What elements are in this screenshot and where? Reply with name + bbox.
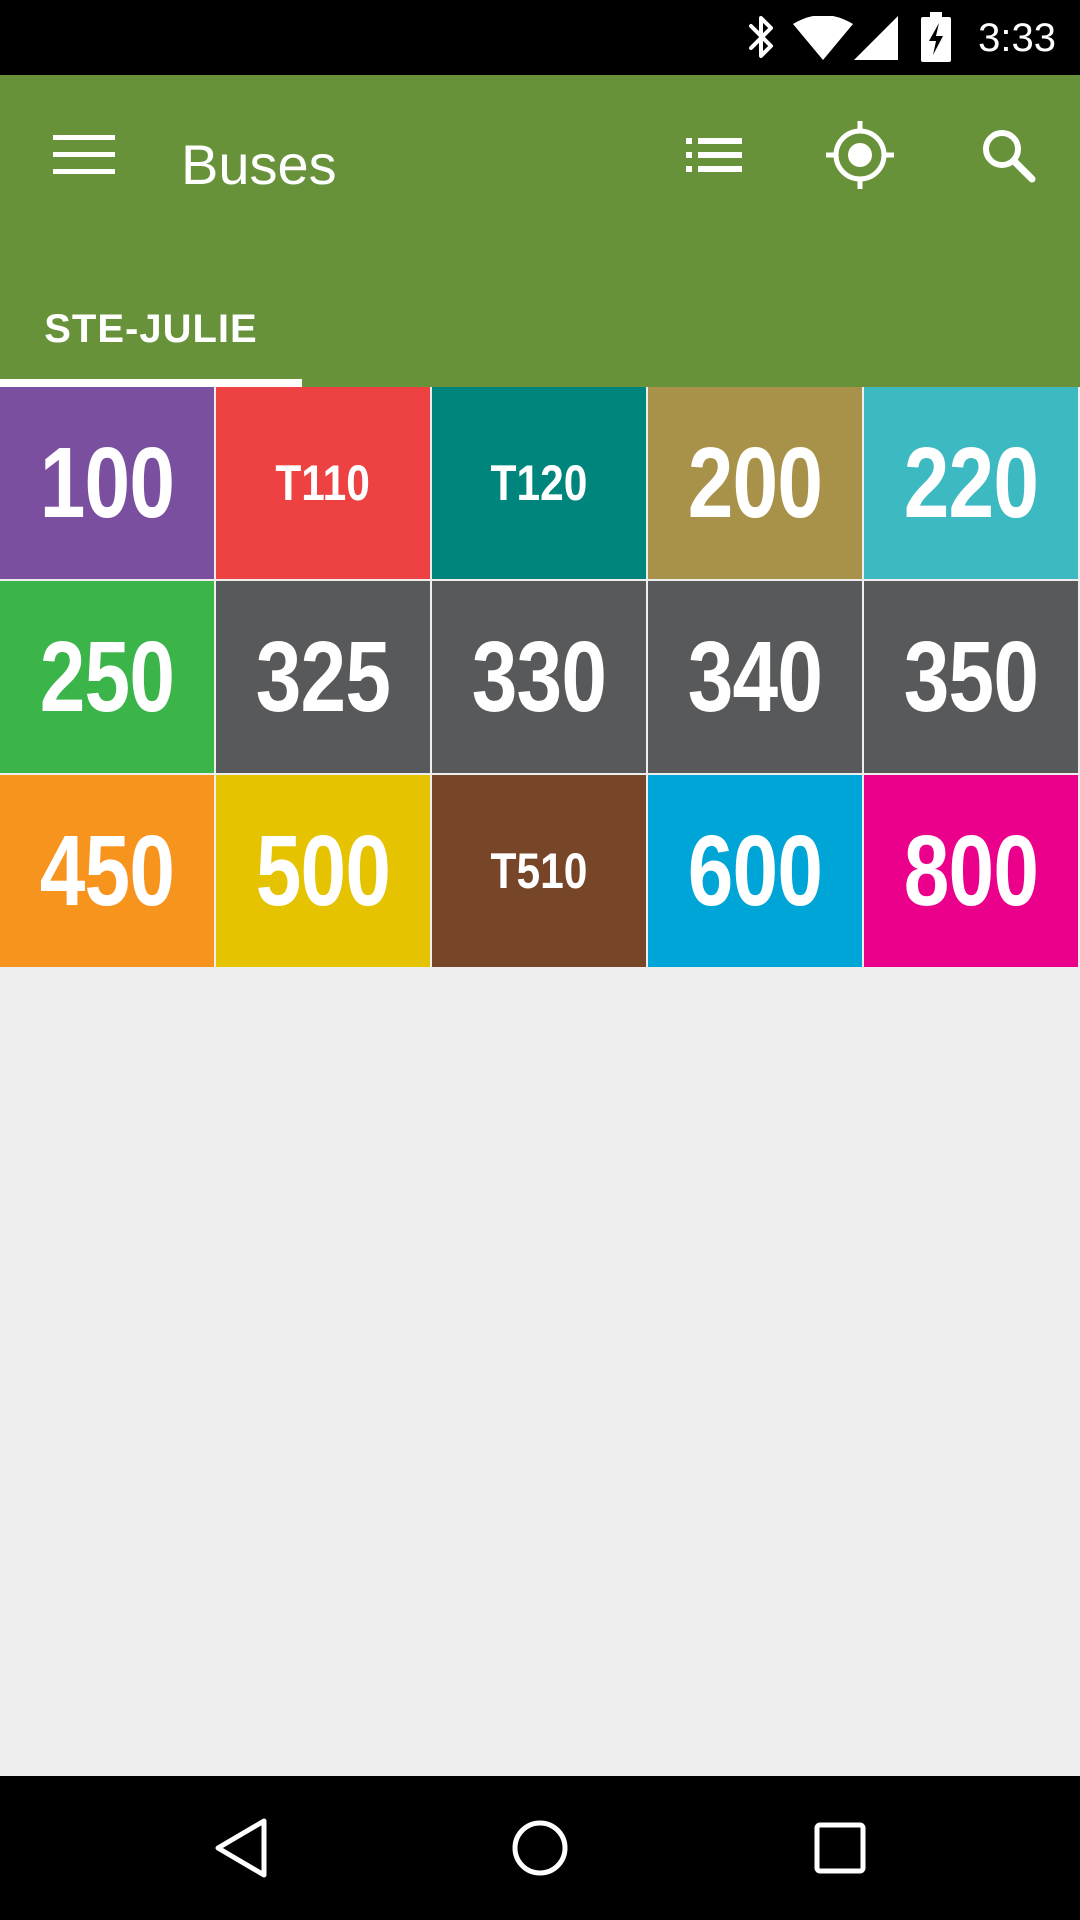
bluetooth-icon <box>744 14 778 65</box>
route-tile[interactable]: 800 <box>864 775 1078 967</box>
route-tile[interactable]: 200 <box>648 387 862 579</box>
route-number: 100 <box>39 426 175 539</box>
route-tile[interactable]: 325 <box>216 581 430 773</box>
route-number: 350 <box>903 620 1039 733</box>
route-tile[interactable]: 100 <box>0 387 214 579</box>
tab-indicator <box>0 379 302 387</box>
nav-bar <box>0 1776 1080 1920</box>
status-bar: 3:33 <box>0 0 1080 75</box>
route-tile[interactable]: 500 <box>216 775 430 967</box>
route-number: 200 <box>687 426 823 539</box>
route-tile[interactable]: 600 <box>648 775 862 967</box>
route-number: 450 <box>39 814 175 927</box>
route-number: 500 <box>255 814 391 927</box>
page-title: Buses <box>181 133 337 196</box>
search-icon[interactable] <box>966 119 1050 191</box>
route-number: T110 <box>275 455 371 511</box>
back-icon[interactable] <box>190 1806 290 1890</box>
route-number: 800 <box>903 814 1039 927</box>
route-tile[interactable]: 450 <box>0 775 214 967</box>
list-icon[interactable] <box>672 119 756 191</box>
location-icon[interactable] <box>818 117 902 193</box>
wifi-icon <box>792 15 854 65</box>
route-tile[interactable]: T510 <box>432 775 646 967</box>
route-tile[interactable]: T110 <box>216 387 430 579</box>
route-number: 325 <box>255 620 391 733</box>
route-number: 250 <box>39 620 175 733</box>
route-tile[interactable]: T120 <box>432 387 646 579</box>
route-tile[interactable]: 330 <box>432 581 646 773</box>
route-number: T120 <box>490 455 588 511</box>
route-number: 330 <box>471 620 607 733</box>
status-time: 3:33 <box>978 16 1056 60</box>
tab-label: STE-JULIE <box>44 306 258 351</box>
tab-ste-julie[interactable]: STE-JULIE <box>0 275 302 387</box>
battery-charging-icon <box>920 12 952 67</box>
route-tile[interactable]: 340 <box>648 581 862 773</box>
route-tile[interactable]: 250 <box>0 581 214 773</box>
route-tile[interactable]: 350 <box>864 581 1078 773</box>
menu-icon[interactable] <box>40 119 128 191</box>
recents-icon[interactable] <box>790 1806 890 1890</box>
signal-icon <box>854 16 898 65</box>
route-number: T510 <box>490 843 588 899</box>
route-number: 220 <box>903 426 1039 539</box>
route-grid: 100 T110 T120 200 220 250 325 330 340 350 450 500 T5… <box>0 387 1080 967</box>
app-bar: Buses STE-JULIE <box>0 75 1080 387</box>
route-tile[interactable]: 220 <box>864 387 1078 579</box>
route-number: 340 <box>687 620 823 733</box>
home-icon[interactable] <box>490 1806 590 1890</box>
route-number: 600 <box>687 814 823 927</box>
